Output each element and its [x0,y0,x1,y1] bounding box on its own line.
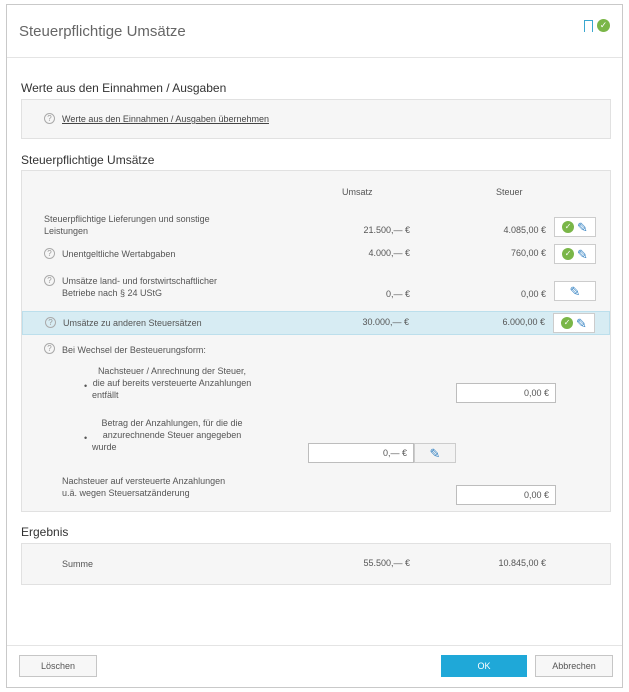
summe-steuer-value: 10.845,00 € [498,558,546,568]
row-label: Steuerpflichtige Lieferungen und sonstig… [44,213,210,237]
label-line: Nachsteuer auf versteuerte Anzahlungen [62,476,226,486]
row-edit-button[interactable]: ✓ ✎ [554,244,596,264]
bullet-icon: • [84,433,88,443]
label-line: entfällt [92,390,119,400]
bookmark-icon[interactable] [584,19,593,32]
pencil-icon: ✎ [577,219,588,235]
help-icon[interactable]: ? [45,317,56,328]
help-icon[interactable]: ? [44,248,55,259]
umsaetze-panel: Umsatz Steuer Steuerpflichtige Lieferung… [21,170,611,512]
section-heading-ergebnis: Ergebnis [21,525,69,539]
label-line: wurde [92,442,117,452]
pencil-icon: ✎ [569,283,581,299]
ok-check-icon: ✓ [562,221,575,233]
column-header-steuer: Steuer [496,187,523,197]
ergebnis-panel: Summe 55.500,— € 10.845,00 € [21,543,611,585]
table-row-selected[interactable]: ? Umsätze zu anderen Steuersätzen 30.000… [22,311,610,335]
row-umsatz-value: 30.000,— € [362,317,409,327]
label-line: u.ä. wegen Steuersatzänderung [62,488,190,498]
steuersatz-row: Nachsteuer auf versteuerte Anzahlungen u… [22,473,610,505]
row-label: Umsätze zu anderen Steuersätzen [63,318,202,328]
row-umsatz-value: 21.500,— € [363,225,410,235]
row-label-line: Leistungen [44,226,89,236]
title-divider [7,57,622,58]
anzahlung-row: • Betrag der Anzahlungen, für die die an… [22,415,610,463]
nachsteuer-label: Nachsteuer / Anrechnung der Steuer, die … [92,365,252,401]
steuersatz-label: Nachsteuer auf versteuerte Anzahlungen u… [62,475,225,499]
anzahlung-input[interactable]: 0,— € [308,443,414,463]
cancel-button[interactable]: Abbrechen [535,655,613,677]
row-edit-button[interactable]: ✓ ✎ [553,313,595,333]
section-heading-einnahmen: Werte aus den Einnahmen / Ausgaben [21,81,227,95]
dialog-window: Steuerpflichtige Umsätze ✓ Werte aus den… [6,4,623,688]
anzahlung-label: Betrag der Anzahlungen, für die die anzu… [92,417,252,453]
nachsteuer-row: • Nachsteuer / Anrechnung der Steuer, di… [22,363,610,407]
table-row: Steuerpflichtige Lieferungen und sonstig… [22,209,610,241]
row-steuer-value: 0,00 € [520,289,546,299]
row-umsatz-value: 0,— € [385,289,410,299]
footer-divider [7,645,622,646]
einnahmen-panel: ? Werte aus den Einnahmen / Ausgaben übe… [21,99,611,139]
anzahlung-edit-button[interactable]: ✎ [414,443,456,463]
row-label-line: Umsätze land- und forstwirtschaftlicher [62,276,218,286]
label-line: die auf bereits versteuerte Anzahlungen [92,378,252,388]
nachsteuer-input[interactable]: 0,00 € [456,383,556,403]
ok-button[interactable]: OK [441,655,527,677]
summe-label: Summe [62,559,94,569]
row-steuer-value: 760,00 € [510,248,546,258]
status-check-icon: ✓ [597,19,610,32]
label-line: Betrag der Anzahlungen, für die die [101,418,243,428]
delete-button[interactable]: Löschen [19,655,97,677]
label-line: anzurechnende Steuer angegeben [102,430,242,440]
pencil-icon: ✎ [576,315,587,331]
row-label: Umsätze land- und forstwirtschaftlicher … [62,275,217,299]
wechsel-header-row: ? Bei Wechsel der Besteuerungsform: [22,341,610,357]
table-row: ? Unentgeltliche Wertabgaben 4.000,— € 7… [22,243,610,265]
summe-row: Summe 55.500,— € 10.845,00 € [22,558,610,572]
bullet-icon: • [84,381,88,391]
wechsel-label: Bei Wechsel der Besteuerungsform: [62,345,206,355]
ok-check-icon: ✓ [562,248,575,260]
help-icon[interactable]: ? [44,113,55,124]
steuersatz-input[interactable]: 0,00 € [456,485,556,505]
row-label-line: Betriebe nach § 24 UStG [62,288,163,298]
row-edit-button[interactable]: ✎ [554,281,596,301]
label-line: Nachsteuer / Anrechnung der Steuer, [97,366,247,376]
einnahmen-uebernehmen-link[interactable]: Werte aus den Einnahmen / Ausgaben übern… [62,114,269,124]
table-row: ? Umsätze land- und forstwirtschaftliche… [22,271,610,303]
help-icon[interactable]: ? [44,343,55,354]
pencil-icon: ✎ [429,445,441,461]
help-icon[interactable]: ? [44,275,55,286]
title-status-icons: ✓ [584,19,610,32]
column-header-umsatz: Umsatz [342,187,373,197]
section-heading-umsaetze: Steuerpflichtige Umsätze [21,153,155,167]
ok-check-icon: ✓ [561,317,574,329]
row-label: Unentgeltliche Wertabgaben [62,249,176,259]
row-steuer-value: 4.085,00 € [503,225,546,235]
summe-umsatz-value: 55.500,— € [363,558,410,568]
row-umsatz-value: 4.000,— € [368,248,410,258]
pencil-icon: ✎ [577,246,588,262]
row-label-line: Steuerpflichtige Lieferungen und sonstig… [44,214,210,224]
row-steuer-value: 6.000,00 € [502,317,545,327]
dialog-title: Steuerpflichtige Umsätze [19,23,186,40]
row-edit-button[interactable]: ✓ ✎ [554,217,596,237]
